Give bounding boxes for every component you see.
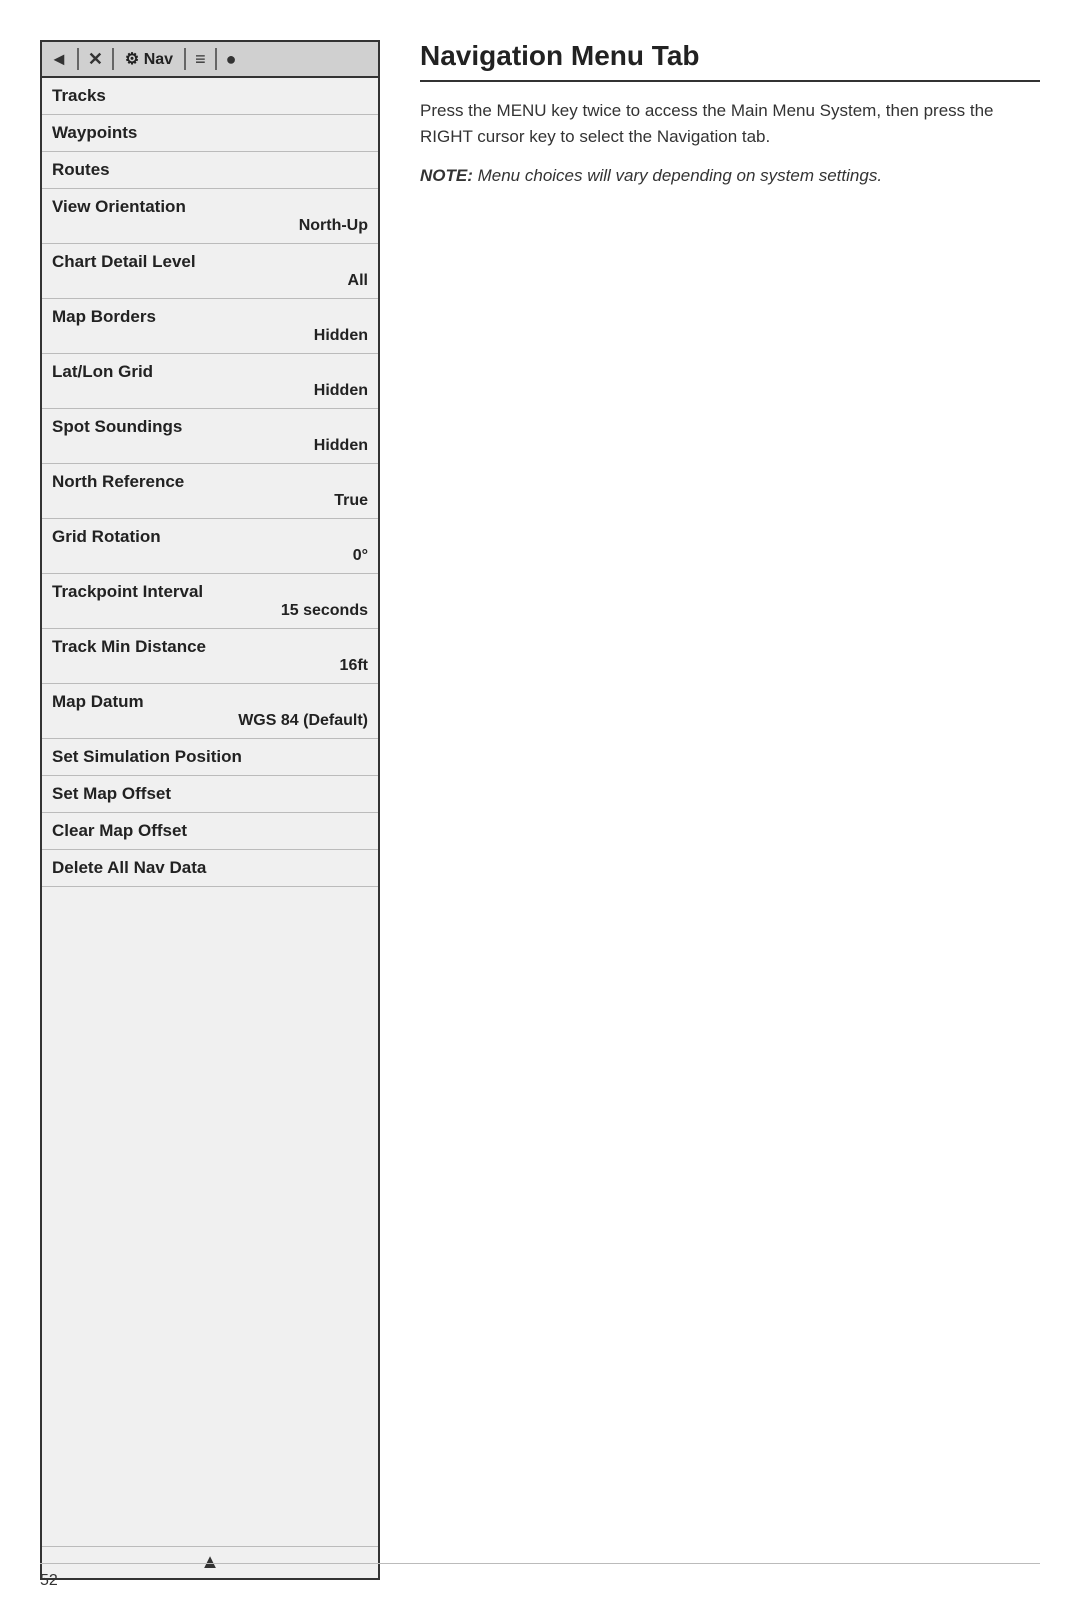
close-icon[interactable]: ✕ [88, 49, 103, 70]
menu-item-north-reference-value: True [52, 492, 368, 510]
page-title: Navigation Menu Tab [420, 40, 1040, 82]
menu-item-view-orientation-label: View Orientation [52, 197, 368, 217]
menu-item-view-orientation[interactable]: View Orientation North-Up [42, 189, 378, 244]
dot-icon[interactable]: ● [226, 49, 237, 70]
left-menu-panel: ◄ ✕ ⚙ Nav ≡ ● Tracks Waypoints Routes Vi… [40, 40, 380, 1580]
menu-item-delete-all-nav-data[interactable]: Delete All Nav Data [42, 850, 378, 887]
menu-item-spot-soundings-value: Hidden [52, 437, 368, 455]
menu-item-chart-detail[interactable]: Chart Detail Level All [42, 244, 378, 299]
content-body: Press the MENU key twice to access the M… [420, 98, 1040, 149]
menu-item-routes[interactable]: Routes [42, 152, 378, 189]
note-label: NOTE: [420, 166, 473, 185]
menu-item-track-min-distance-label: Track Min Distance [52, 637, 368, 657]
menu-item-set-simulation-position[interactable]: Set Simulation Position [42, 739, 378, 776]
note-paragraph: NOTE: Menu choices will vary depending o… [420, 163, 1040, 189]
right-content-panel: Navigation Menu Tab Press the MENU key t… [380, 40, 1040, 1580]
menu-item-spot-soundings-label: Spot Soundings [52, 417, 368, 437]
menu-item-lat-lon-grid-label: Lat/Lon Grid [52, 362, 368, 382]
note-content: Menu choices will vary depending on syst… [473, 166, 882, 185]
menu-item-trackpoint-interval-value: 15 seconds [52, 602, 368, 620]
menu-item-map-borders-value: Hidden [52, 327, 368, 345]
menu-list: Tracks Waypoints Routes View Orientation… [42, 78, 378, 1546]
menu-item-map-datum-value: WGS 84 (Default) [52, 712, 368, 730]
toolbar-separator-2 [112, 48, 114, 70]
menu-item-delete-all-nav-data-label: Delete All Nav Data [52, 858, 368, 878]
nav-tab-label[interactable]: ⚙ Nav [125, 49, 173, 69]
menu-item-spot-soundings[interactable]: Spot Soundings Hidden [42, 409, 378, 464]
menu-item-clear-map-offset-label: Clear Map Offset [52, 821, 368, 841]
menu-item-map-datum-label: Map Datum [52, 692, 368, 712]
menu-item-chart-detail-value: All [52, 272, 368, 290]
menu-item-view-orientation-value: North-Up [52, 217, 368, 235]
toolbar: ◄ ✕ ⚙ Nav ≡ ● [42, 42, 378, 78]
menu-item-trackpoint-interval[interactable]: Trackpoint Interval 15 seconds [42, 574, 378, 629]
menu-item-tracks[interactable]: Tracks [42, 78, 378, 115]
menu-item-track-min-distance[interactable]: Track Min Distance 16ft [42, 629, 378, 684]
menu-item-tracks-label: Tracks [52, 86, 368, 106]
menu-item-grid-rotation-label: Grid Rotation [52, 527, 368, 547]
menu-item-routes-label: Routes [52, 160, 368, 180]
menu-item-set-map-offset[interactable]: Set Map Offset [42, 776, 378, 813]
menu-item-lat-lon-grid-value: Hidden [52, 382, 368, 400]
menu-item-north-reference-label: North Reference [52, 472, 368, 492]
menu-item-waypoints-label: Waypoints [52, 123, 368, 143]
menu-item-waypoints[interactable]: Waypoints [42, 115, 378, 152]
toolbar-separator-4 [215, 48, 217, 70]
menu-item-map-borders[interactable]: Map Borders Hidden [42, 299, 378, 354]
menu-item-trackpoint-interval-label: Trackpoint Interval [52, 582, 368, 602]
back-icon[interactable]: ◄ [50, 49, 68, 70]
toolbar-separator-1 [77, 48, 79, 70]
toolbar-separator-3 [184, 48, 186, 70]
menu-item-clear-map-offset[interactable]: Clear Map Offset [42, 813, 378, 850]
menu-item-track-min-distance-value: 16ft [52, 657, 368, 675]
menu-item-chart-detail-label: Chart Detail Level [52, 252, 368, 272]
menu-item-map-borders-label: Map Borders [52, 307, 368, 327]
menu-item-north-reference[interactable]: North Reference True [42, 464, 378, 519]
page-footer: 52 [40, 1563, 1040, 1590]
page-number: 52 [40, 1572, 58, 1589]
menu-item-lat-lon-grid[interactable]: Lat/Lon Grid Hidden [42, 354, 378, 409]
menu-item-grid-rotation-value: 0° [52, 547, 368, 565]
menu-item-set-map-offset-label: Set Map Offset [52, 784, 368, 804]
menu-icon[interactable]: ≡ [195, 49, 206, 70]
menu-item-set-simulation-position-label: Set Simulation Position [52, 747, 368, 767]
menu-item-map-datum[interactable]: Map Datum WGS 84 (Default) [42, 684, 378, 739]
menu-item-grid-rotation[interactable]: Grid Rotation 0° [42, 519, 378, 574]
